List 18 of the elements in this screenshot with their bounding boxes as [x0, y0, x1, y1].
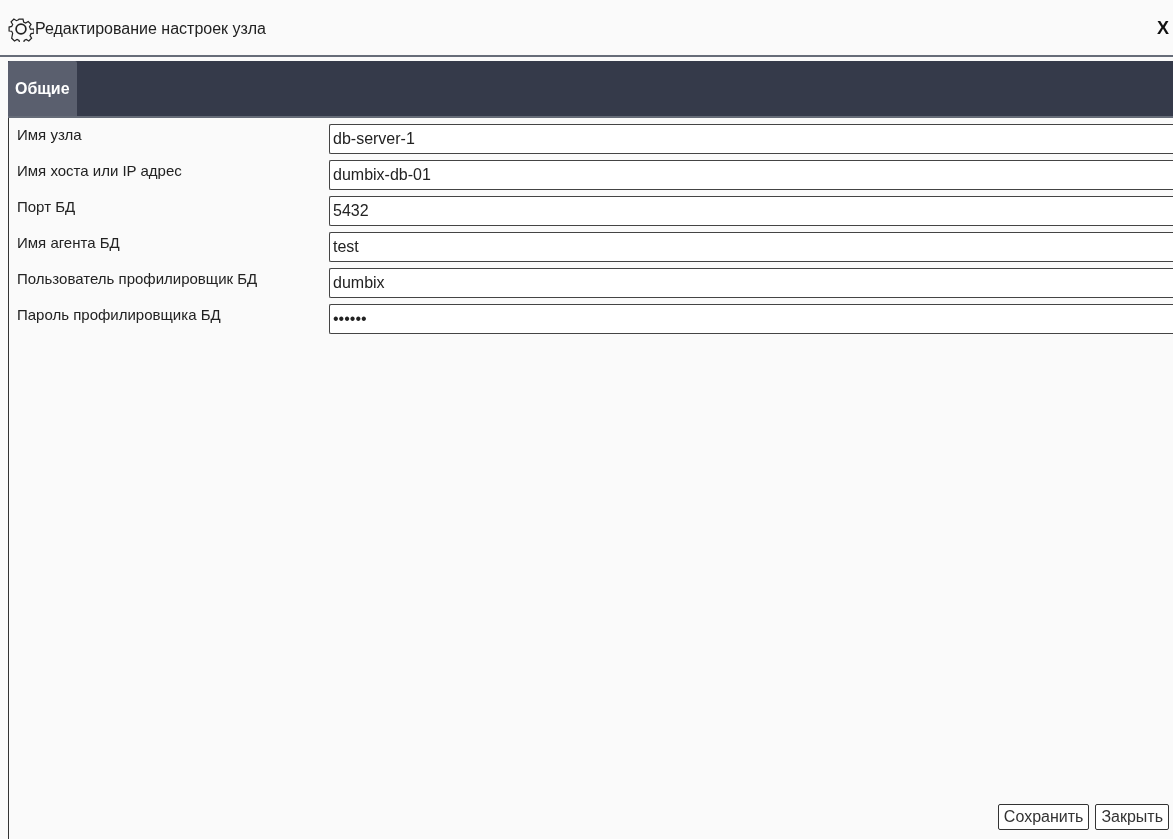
field-label: Имя агента БД	[16, 233, 121, 251]
field-label: Пользователь профилировщик БД	[16, 269, 259, 287]
input-field[interactable]: db-server-1	[329, 124, 1173, 154]
dialog-button[interactable]: Закрыть	[1095, 804, 1169, 830]
tab[interactable]: Общие	[8, 61, 77, 116]
input-field[interactable]: ••••••	[329, 304, 1173, 334]
field-label: Пароль профилировщика БД	[16, 305, 222, 323]
input-field[interactable]: test	[329, 232, 1173, 262]
dialog-button[interactable]: Сохранить	[997, 804, 1090, 830]
field-label: Имя узла	[16, 125, 83, 143]
settings-icon	[8, 15, 34, 42]
input-field[interactable]: dumbix-db-01	[329, 160, 1173, 190]
window-title: Редактирование настроек узла	[35, 19, 266, 38]
field-label: Порт БД	[16, 197, 77, 215]
input-field[interactable]: dumbix	[329, 268, 1173, 298]
close-button[interactable]: X	[1155, 18, 1171, 39]
input-field[interactable]: 5432	[329, 196, 1173, 226]
field-label: Имя хоста или IP адрес	[16, 161, 183, 179]
